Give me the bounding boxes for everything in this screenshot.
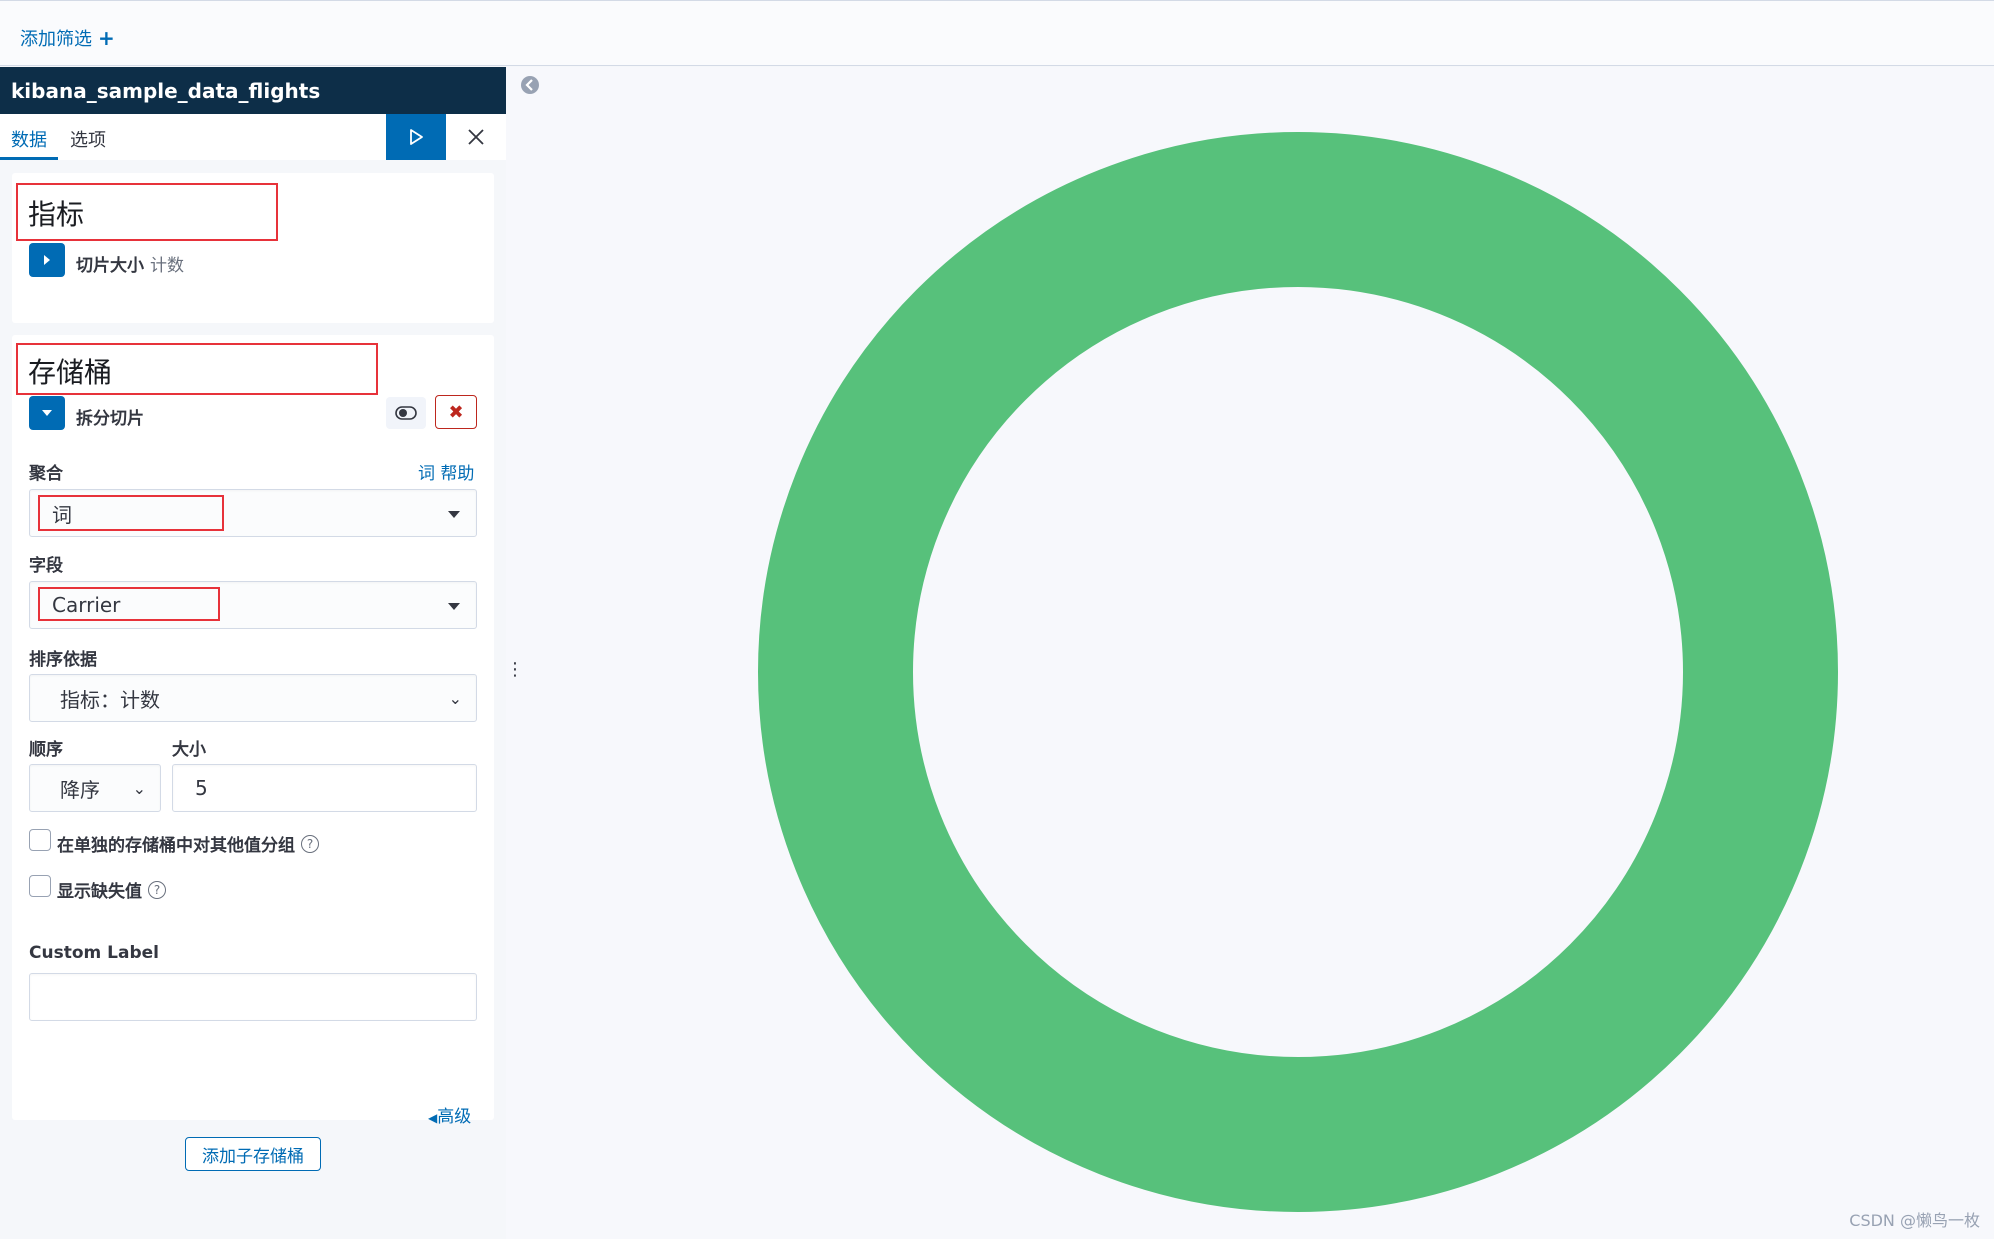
bucket-agg-title: 拆分切片 xyxy=(76,409,144,429)
toggle-icon xyxy=(395,406,417,420)
tab-data[interactable]: 数据 xyxy=(11,126,47,152)
caret-down-icon xyxy=(448,511,460,518)
custom-label-label: Custom Label xyxy=(29,943,159,963)
order-select[interactable]: 降序 ⌄ xyxy=(29,764,161,812)
show-missing-text: 显示缺失值 xyxy=(57,882,142,902)
buckets-panel: 存储桶 拆分切片 ✖ 聚合 词 帮助 词 字段 Carrier 排序依据 指标：… xyxy=(12,335,494,1171)
order-by-value: 指标：计数 xyxy=(60,687,160,712)
expand-metric-button[interactable] xyxy=(29,243,65,277)
order-label: 顺序 xyxy=(29,740,63,760)
donut-chart xyxy=(758,132,1838,1212)
toggle-bucket-button[interactable] xyxy=(386,397,426,429)
watermark: CSDN @懒鸟一枚 xyxy=(1849,1211,1980,1230)
show-missing-label: 显示缺失值 ? xyxy=(57,877,166,902)
show-missing-checkbox[interactable] xyxy=(29,875,51,897)
question-icon[interactable]: ? xyxy=(301,834,319,853)
metric-agg-name: 切片大小 xyxy=(76,256,144,276)
plus-icon: + xyxy=(98,26,115,50)
donut-slice[interactable] xyxy=(758,132,1838,1212)
chevron-right-icon xyxy=(44,255,50,265)
custom-label-input[interactable] xyxy=(29,973,477,1021)
order-by-select[interactable]: 指标：计数 ⌄ xyxy=(29,674,477,722)
visualization-area: ⋮ CSDN @懒鸟一枚 xyxy=(506,67,1994,1239)
add-sub-bucket-button[interactable]: 添加子存储桶 xyxy=(185,1137,321,1171)
size-value: 5 xyxy=(195,776,208,800)
metrics-panel: 指标 切片大小 计数 xyxy=(12,173,494,323)
order-value: 降序 xyxy=(60,777,100,802)
apply-changes-button[interactable] xyxy=(386,114,446,160)
add-filter-link[interactable]: 添加筛选 + xyxy=(20,25,115,51)
aggregation-label: 聚合 xyxy=(29,464,63,484)
metric-agg-type: 计数 xyxy=(150,256,184,276)
tab-options[interactable]: 选项 xyxy=(70,126,106,152)
remove-bucket-button[interactable]: ✖ xyxy=(435,395,477,429)
chevron-down-icon xyxy=(42,410,52,416)
active-tab-indicator xyxy=(0,157,58,160)
metrics-title: 指标 xyxy=(28,198,85,231)
discard-changes-button[interactable] xyxy=(446,114,506,160)
advanced-toggle[interactable]: ◀高级 xyxy=(428,1102,471,1127)
add-filter-label: 添加筛选 xyxy=(20,29,92,50)
remove-icon: ✖ xyxy=(448,401,464,423)
field-label: 字段 xyxy=(29,556,63,576)
buckets-title: 存储桶 xyxy=(28,356,113,389)
group-other-text: 在单独的存储桶中对其他值分组 xyxy=(57,836,295,856)
filter-bar: 添加筛选 + xyxy=(0,0,1994,66)
group-other-label: 在单独的存储桶中对其他值分组 ? xyxy=(57,831,319,856)
aggregation-help-link[interactable]: 词 帮助 xyxy=(418,459,474,484)
collapse-bucket-button[interactable] xyxy=(29,396,65,430)
caret-left-icon: ◀ xyxy=(428,1111,438,1125)
metric-agg-title: 切片大小 计数 xyxy=(76,251,184,276)
chevron-down-icon: ⌄ xyxy=(448,689,462,708)
size-input[interactable]: 5 xyxy=(172,764,477,812)
question-icon[interactable]: ? xyxy=(148,880,166,899)
size-label: 大小 xyxy=(172,740,206,760)
caret-down-icon xyxy=(448,603,460,610)
play-icon xyxy=(410,129,423,145)
chevron-down-icon: ⌄ xyxy=(132,779,146,798)
advanced-label: 高级 xyxy=(437,1107,472,1127)
index-pattern-title: kibana_sample_data_flights xyxy=(0,67,506,114)
close-icon xyxy=(468,129,484,145)
highlight-box xyxy=(38,495,224,531)
group-other-checkbox[interactable] xyxy=(29,829,51,851)
highlight-box xyxy=(38,587,220,621)
editor-tabs: 数据 选项 xyxy=(0,114,506,160)
order-by-label: 排序依据 xyxy=(29,650,97,670)
editor-sidebar: kibana_sample_data_flights 数据 选项 指标 切片大小… xyxy=(0,67,506,1239)
